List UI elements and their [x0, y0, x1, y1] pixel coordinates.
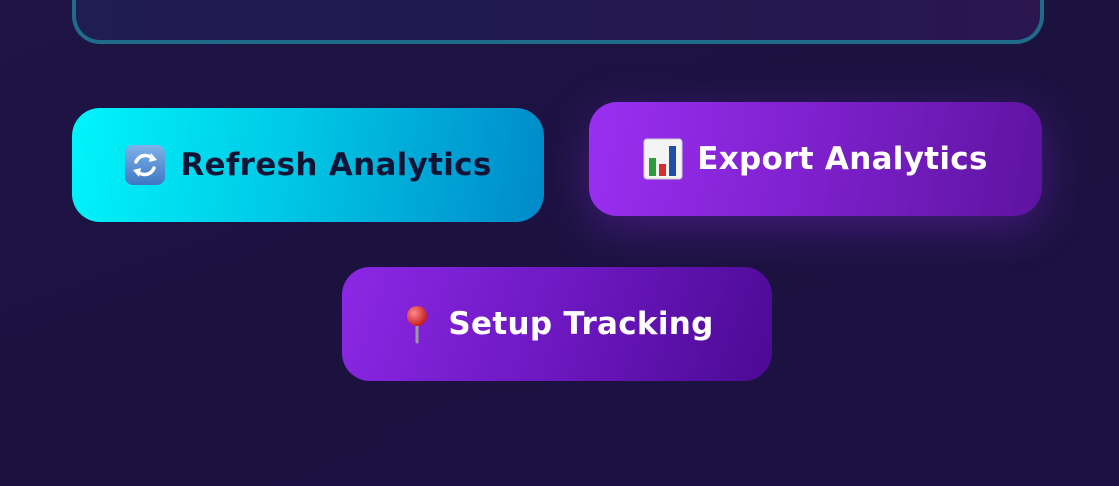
export-analytics-label: Export Analytics [697, 141, 988, 177]
top-panel [72, 0, 1044, 44]
pushpin-icon [400, 304, 434, 344]
refresh-analytics-button[interactable]: Refresh Analytics [72, 108, 544, 222]
export-analytics-button[interactable]: Export Analytics [589, 102, 1042, 216]
refresh-analytics-label: Refresh Analytics [180, 147, 492, 183]
bar-chart-icon [643, 138, 683, 180]
setup-tracking-label: Setup Tracking [448, 306, 714, 342]
refresh-icon [124, 144, 166, 186]
setup-tracking-button[interactable]: Setup Tracking [342, 267, 772, 381]
